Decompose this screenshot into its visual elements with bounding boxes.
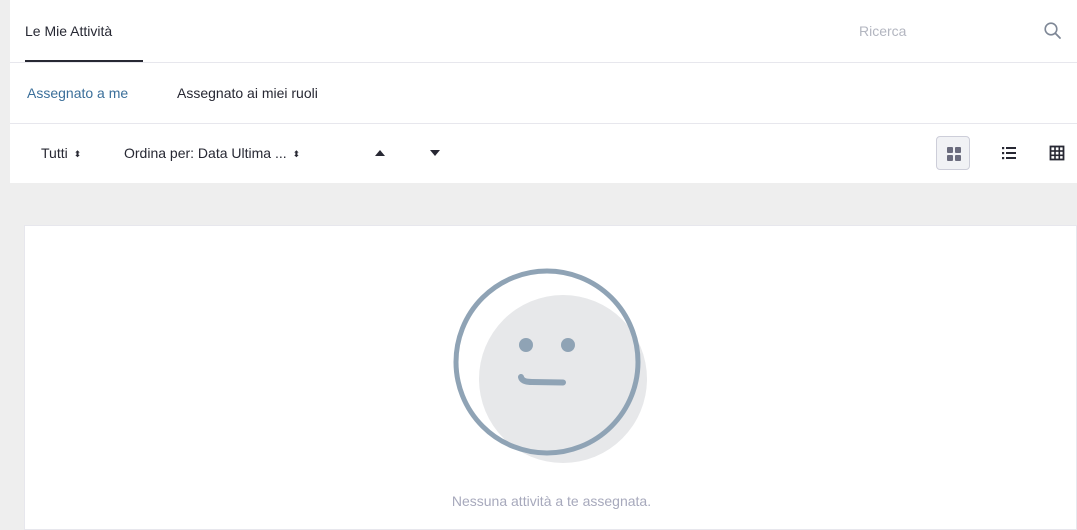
view-table-button[interactable] <box>1040 136 1074 170</box>
neutral-face-icon <box>452 266 652 466</box>
caret-double-icon: ⬍ <box>73 149 82 159</box>
view-cards-button[interactable] <box>936 136 970 170</box>
subnav-assigned-to-me[interactable]: Assegnato a me <box>27 63 128 123</box>
triangle-up-icon <box>375 150 385 156</box>
sort-ascending-button[interactable] <box>368 124 392 183</box>
search-icon[interactable] <box>1043 21 1063 41</box>
view-list-button[interactable] <box>992 136 1026 170</box>
empty-state-panel: Nessuna attività a te assegnata. <box>24 225 1077 530</box>
sort-dropdown[interactable]: Ordina per: Data Ultima ... ⬍ <box>124 124 300 183</box>
sort-label: Ordina per: Data Ultima ... <box>124 145 287 161</box>
filter-label: Tutti <box>41 145 68 161</box>
grid-icon <box>947 147 961 161</box>
filter-dropdown[interactable]: Tutti ⬍ <box>41 124 81 183</box>
search-input[interactable] <box>850 18 1039 44</box>
title-bar: Le Mie Attività <box>10 0 1077 63</box>
table-icon <box>1049 145 1065 161</box>
empty-state-message: Nessuna attività a te assegnata. <box>451 493 652 509</box>
subnav: Assegnato a me Assegnato ai miei ruoli <box>10 63 1077 124</box>
management-toolbar: Tutti ⬍ Ordina per: Data Ultima ... ⬍ <box>10 124 1077 183</box>
caret-double-icon: ⬍ <box>292 149 301 159</box>
app-header: Le Mie Attività Assegnato a me Assegnato… <box>10 0 1077 183</box>
tab-my-tasks[interactable]: Le Mie Attività <box>25 0 143 62</box>
triangle-down-icon <box>430 150 440 156</box>
subnav-assigned-to-my-roles[interactable]: Assegnato ai miei ruoli <box>177 63 318 123</box>
sort-descending-button[interactable] <box>423 124 447 183</box>
list-icon <box>1002 147 1016 160</box>
